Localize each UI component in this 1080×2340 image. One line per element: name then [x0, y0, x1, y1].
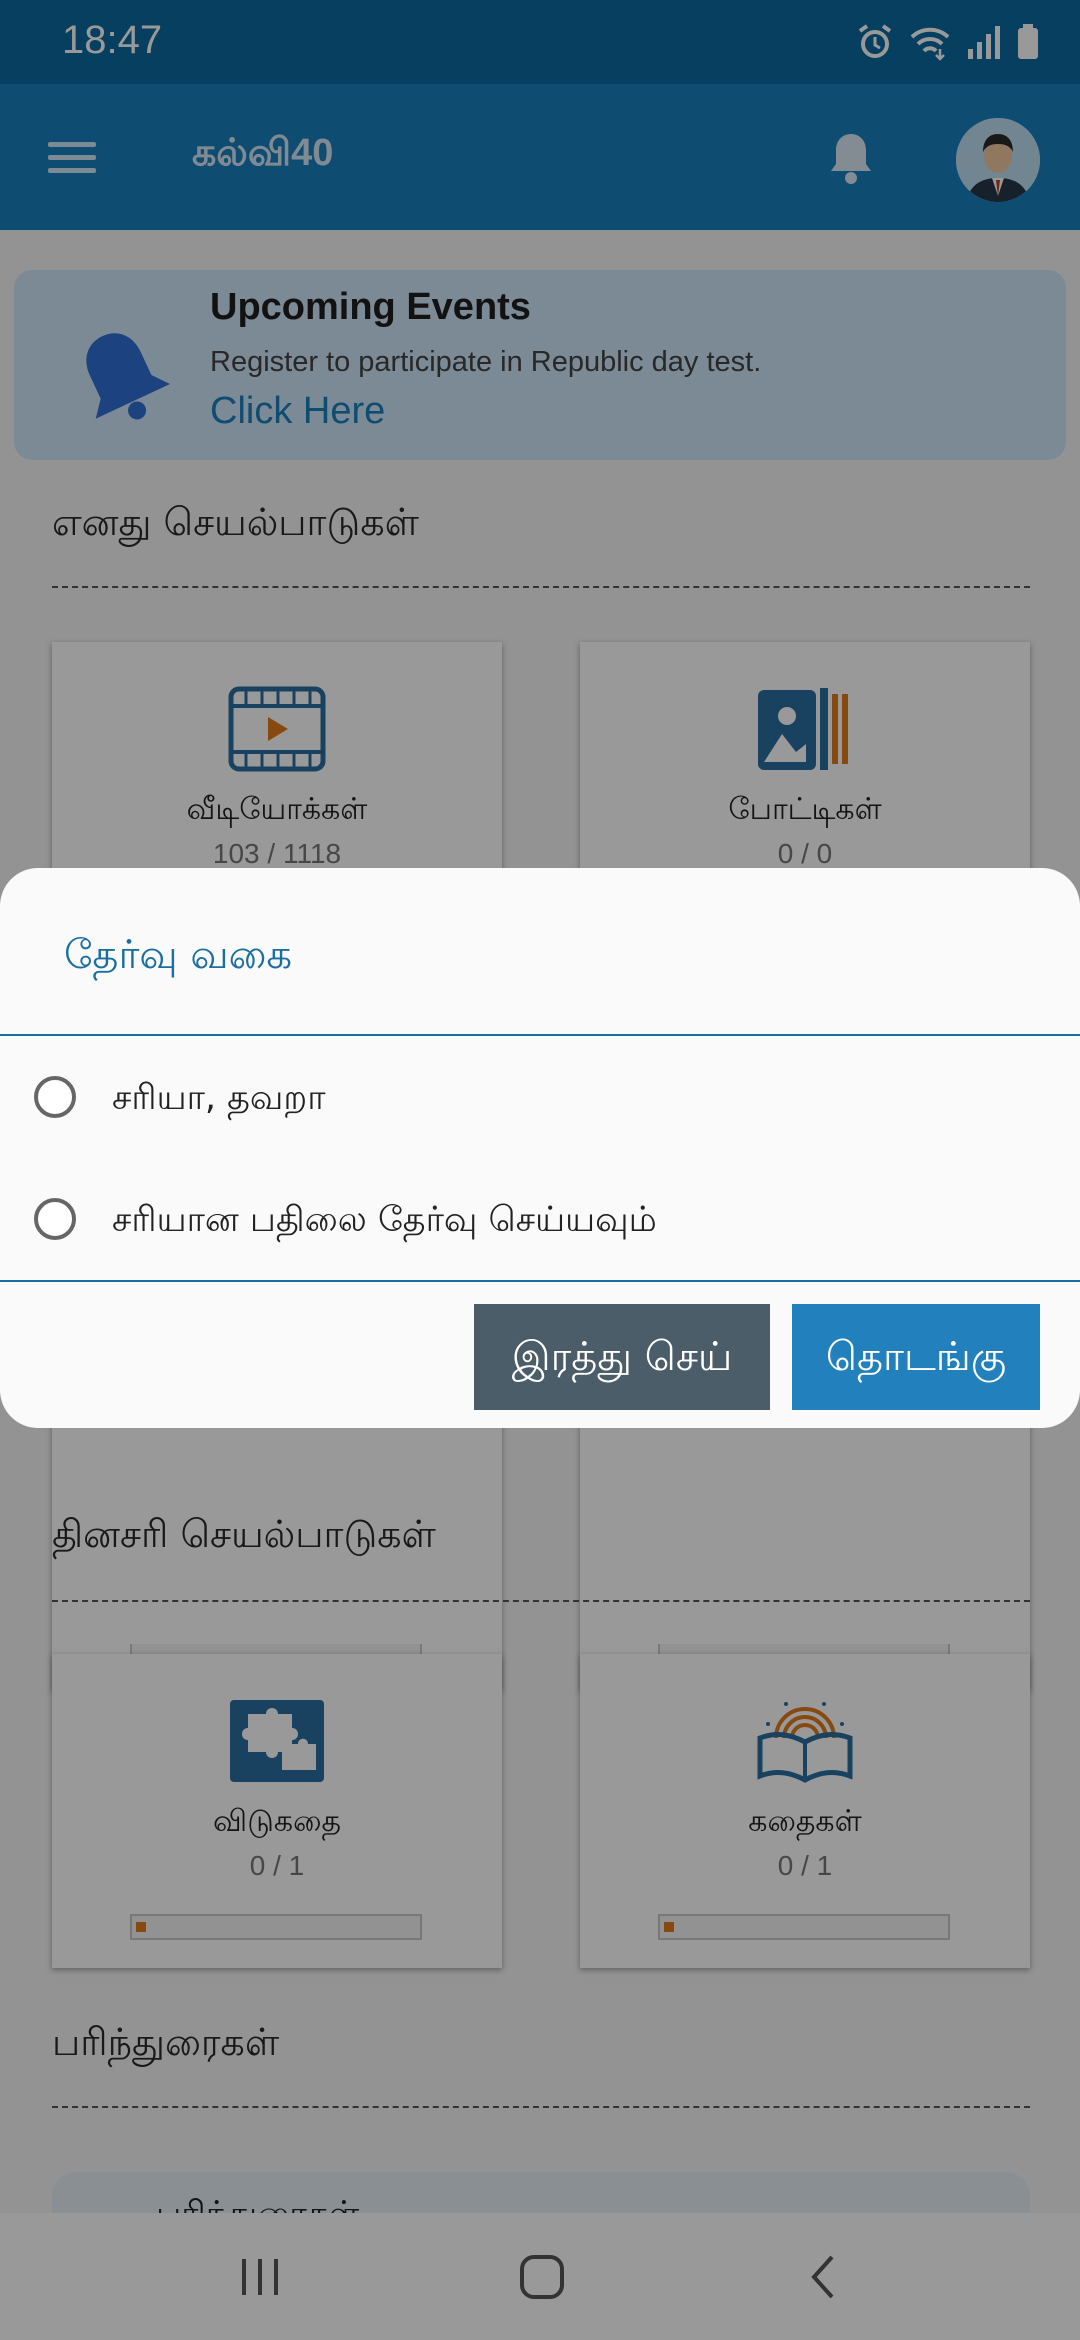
dialog-divider-bottom — [0, 1280, 1080, 1282]
option-true-false[interactable]: சரியா, தவறா — [0, 1048, 1080, 1148]
radio-button[interactable] — [34, 1076, 76, 1118]
cancel-button[interactable]: இரத்து செய் — [474, 1304, 770, 1410]
option-label: சரியா, தவறா — [112, 1078, 326, 1118]
radio-button[interactable] — [34, 1198, 76, 1240]
option-multiple-choice[interactable]: சரியான பதிலை தேர்வு செய்யவும் — [0, 1170, 1080, 1270]
dialog-title: தேர்வு வகை — [64, 932, 293, 978]
exam-type-dialog: தேர்வு வகை சரியா, தவறா சரியான பதிலை தேர்… — [0, 868, 1080, 1428]
start-button[interactable]: தொடங்கு — [792, 1304, 1040, 1410]
dialog-divider-top — [0, 1034, 1080, 1036]
option-label: சரியான பதிலை தேர்வு செய்யவும் — [112, 1200, 657, 1240]
